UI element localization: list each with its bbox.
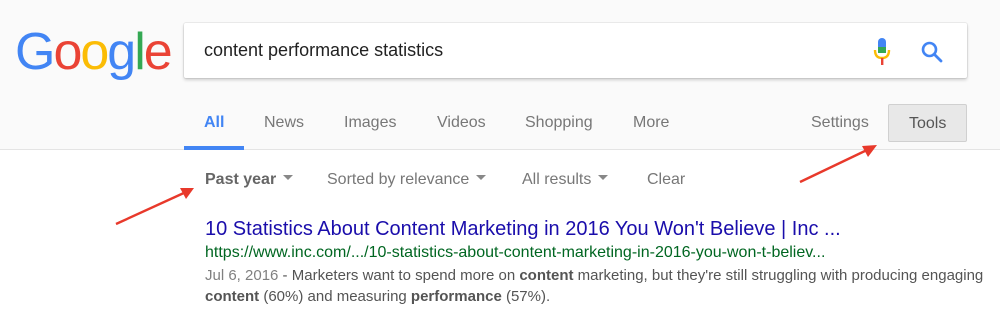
tools-label: Tools [909,115,947,132]
caret-down-icon [476,175,487,181]
caret-down-icon [598,175,609,181]
snippet-highlight: performance [410,288,502,305]
result-snippet: Jul 6, 2016 - Marketers want to spend mo… [205,265,985,307]
clear-button[interactable]: Clear [647,171,685,189]
results-dropdown[interactable]: All results [522,171,609,189]
result-title-link[interactable]: 10 Statistics About Content Marketing in… [205,216,985,242]
search-icon[interactable] [920,40,944,64]
logo-letter: o [80,23,109,81]
tab-more[interactable]: More [633,114,669,132]
time-filter-label: Past year [205,171,277,188]
search-input[interactable]: content performance statistics [204,40,443,61]
tab-videos[interactable]: Videos [437,114,486,132]
result-url[interactable]: https://www.inc.com/.../10-statistics-ab… [205,242,985,264]
tab-shopping[interactable]: Shopping [525,114,593,132]
snippet-text: (57%). [501,288,551,305]
microphone-icon[interactable] [872,38,892,66]
snippet-highlight: content [519,267,574,284]
logo-letter: o [53,23,82,81]
snippet-text: Marketers want to spend more on [291,267,520,284]
logo-letter: g [107,23,136,81]
results-label: All results [522,171,592,188]
settings-link[interactable]: Settings [811,114,869,132]
snippet-highlight: content [205,288,260,305]
snippet-separator: - [278,267,292,284]
tab-all[interactable]: All [204,114,224,132]
google-logo[interactable]: Google [15,22,173,82]
annotation-arrow-icon [115,188,194,226]
result-date: Jul 6, 2016 [205,267,279,284]
logo-letter: l [134,23,145,81]
search-box[interactable]: content performance statistics [184,23,967,78]
annotation-arrow-icon [799,145,877,184]
sort-dropdown[interactable]: Sorted by relevance [327,171,487,189]
tools-button[interactable]: Tools [888,104,967,142]
active-tab-indicator [184,146,244,150]
time-filter-dropdown[interactable]: Past year [205,171,294,189]
tab-images[interactable]: Images [344,114,396,132]
logo-letter: G [15,23,55,81]
sort-label: Sorted by relevance [327,171,470,188]
caret-down-icon [283,175,294,181]
logo-letter: e [143,23,173,81]
snippet-text: marketing, but they're still struggling … [573,267,984,284]
snippet-text: (60%) and measuring [259,288,411,305]
search-result: 10 Statistics About Content Marketing in… [205,216,985,307]
tab-news[interactable]: News [264,114,304,132]
